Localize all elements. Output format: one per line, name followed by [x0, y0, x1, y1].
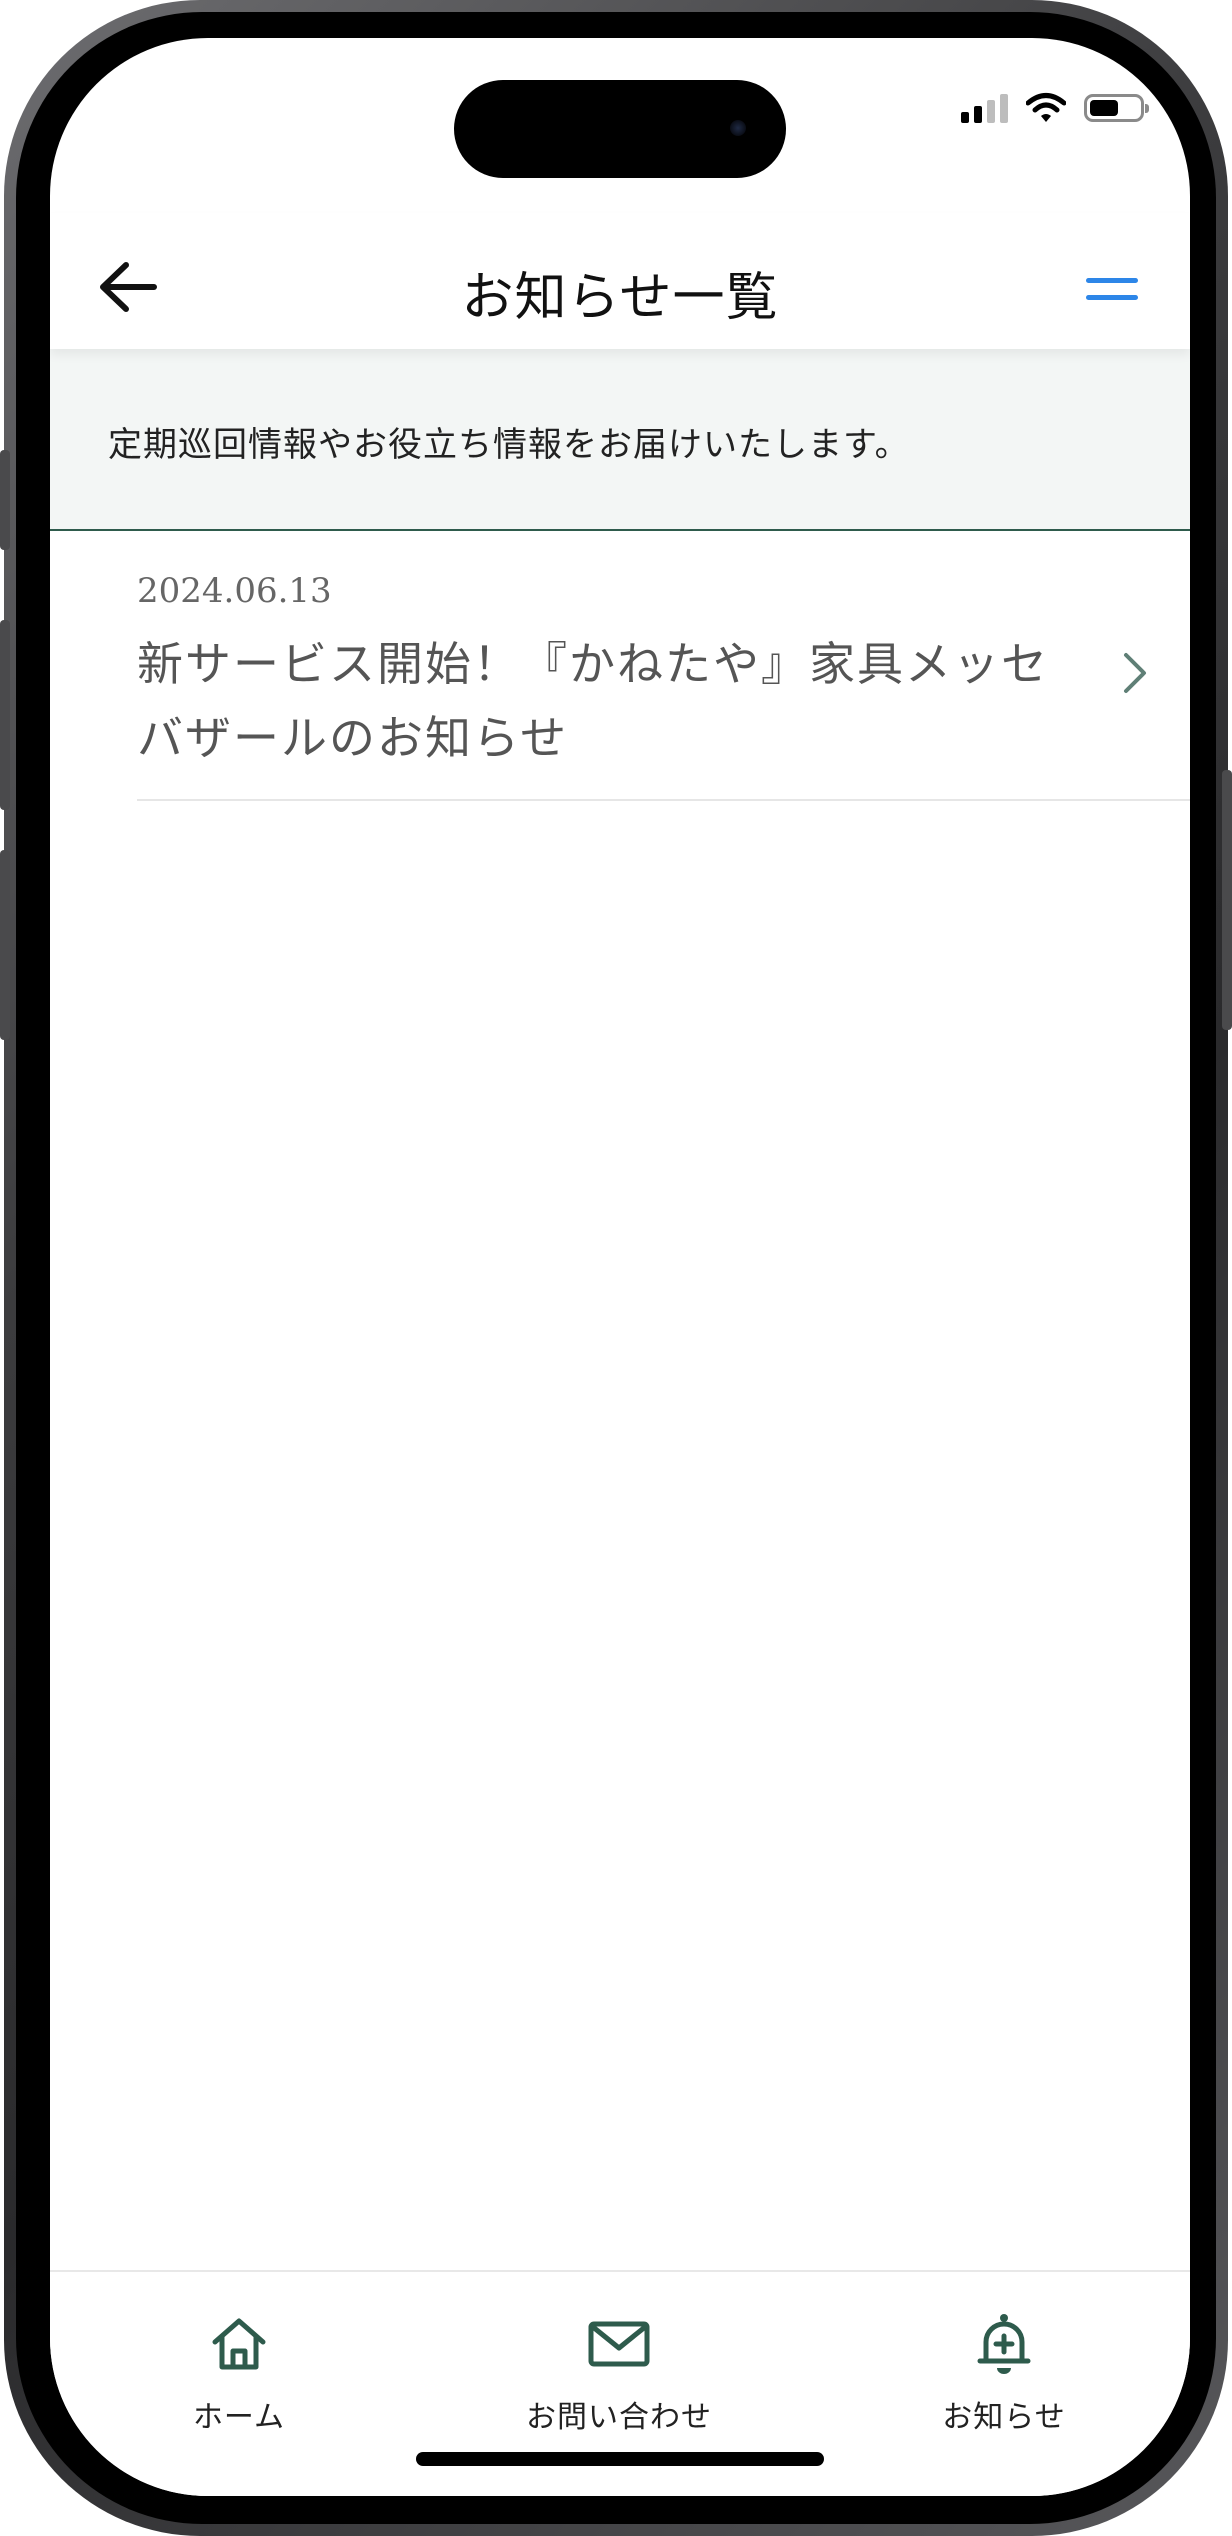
page-title: お知らせ一覧: [461, 268, 779, 328]
screen: お知らせ一覧 定期巡回情報やお役立ち情報をお届けいたします。 2024.06.1…: [50, 38, 1190, 2496]
phone-frame: お知らせ一覧 定期巡回情報やお役立ち情報をお届けいたします。 2024.06.1…: [0, 0, 1232, 2536]
bell-plus-icon: [977, 2314, 1031, 2374]
tab-contact-label: お問い合わせ: [526, 2400, 712, 2435]
info-banner: 定期巡回情報やお役立ち情報をお届けいたします。: [50, 349, 1190, 531]
tab-home-label: ホーム: [192, 2400, 286, 2435]
home-icon: [212, 2318, 266, 2370]
power-button: [1222, 770, 1232, 1030]
battery-icon: [1084, 94, 1149, 122]
news-list-item[interactable]: 2024.06.13 新サービス開始！『かねたや』家具メッセバザールのお知らせ: [137, 531, 1190, 801]
wifi-icon: [1026, 93, 1066, 122]
news-date: 2024.06.13: [137, 571, 332, 611]
status-bar-icons: [961, 88, 1149, 128]
tab-news-label: お知らせ: [942, 2400, 1066, 2435]
action-button: [0, 450, 10, 550]
chevron-right-icon: [1124, 653, 1146, 693]
volume-up-button: [0, 620, 10, 810]
home-indicator[interactable]: [416, 2452, 824, 2466]
menu-icon: [1086, 278, 1138, 283]
tab-news[interactable]: お知らせ: [884, 2312, 1124, 2452]
cellular-signal-icon: [961, 93, 1008, 123]
front-camera: [730, 120, 746, 136]
dynamic-island: [454, 80, 786, 178]
tab-home[interactable]: ホーム: [119, 2312, 359, 2452]
banner-text: 定期巡回情報やお役立ち情報をお届けいたします。: [108, 425, 910, 465]
mail-icon: [588, 2321, 650, 2367]
app-header: お知らせ一覧: [50, 213, 1190, 349]
volume-down-button: [0, 850, 10, 1040]
tab-contact[interactable]: お問い合わせ: [499, 2312, 739, 2452]
news-title: 新サービス開始！『かねたや』家具メッセバザールのお知らせ: [137, 637, 1049, 765]
menu-button[interactable]: [1086, 269, 1138, 309]
